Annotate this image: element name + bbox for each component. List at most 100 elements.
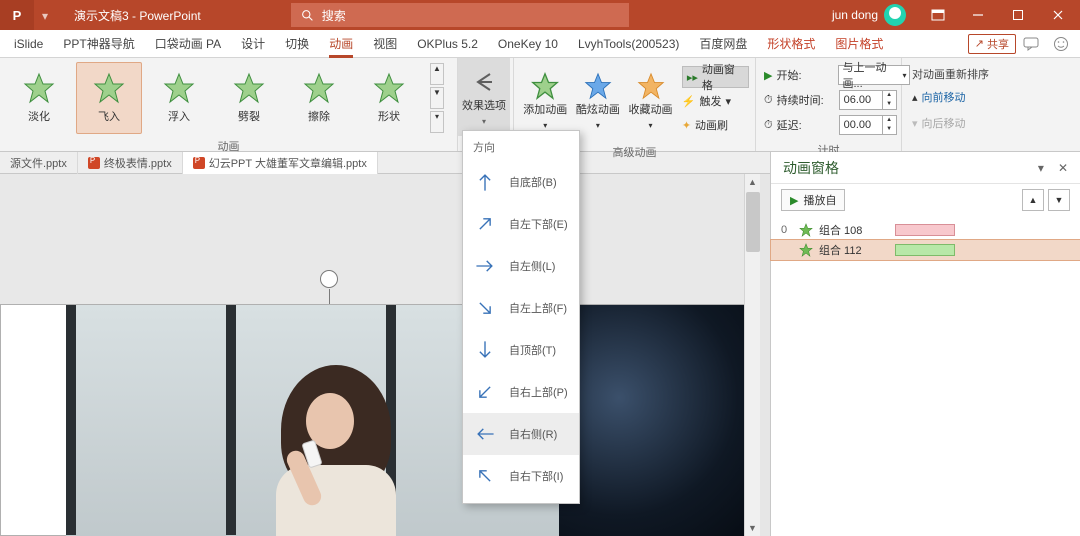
- animation-pane-button[interactable]: ▸▸动画窗格: [682, 66, 749, 88]
- close-button[interactable]: [1040, 0, 1076, 30]
- maximize-button[interactable]: [1000, 0, 1036, 30]
- quick-access-toolbar: ▾: [34, 9, 62, 21]
- vertical-scrollbar[interactable]: ▲ ▼: [744, 174, 760, 536]
- anim-floatin[interactable]: 浮入: [146, 62, 212, 134]
- delay-spin[interactable]: 00.00▲▼: [839, 115, 897, 135]
- avatar: [884, 4, 906, 26]
- comments-icon[interactable]: [1016, 30, 1046, 58]
- slide-workspace: ▲ ▼: [0, 174, 760, 536]
- ppt-icon: [88, 157, 100, 169]
- direction-option-upright[interactable]: 自左下部(E): [463, 203, 579, 245]
- tab-pocket-anim[interactable]: 口袋动画 PA: [145, 30, 231, 58]
- anim-fade[interactable]: 淡化: [6, 62, 72, 134]
- cool-animation-button[interactable]: 酷炫动画▾: [573, 62, 624, 140]
- green-star-icon: [799, 243, 813, 257]
- direction-option-right[interactable]: 自左侧(L): [463, 245, 579, 287]
- move-earlier-button[interactable]: ▴向前移动: [912, 86, 966, 108]
- user-name: jun dong: [832, 8, 878, 22]
- start-combo[interactable]: 与上一动画...▾: [838, 65, 910, 85]
- tab-baidu[interactable]: 百度网盘: [689, 30, 757, 58]
- tab-design[interactable]: 设计: [231, 30, 275, 58]
- anim-name: 组合 112: [819, 242, 889, 258]
- direction-label: 自左下部(E): [509, 216, 568, 232]
- tab-transitions[interactable]: 切换: [275, 30, 319, 58]
- animpane-close-icon[interactable]: ✕: [1058, 161, 1068, 175]
- animation-list: 0组合 108 组合 112: [771, 216, 1080, 264]
- direction-label: 自底部(B): [509, 174, 557, 190]
- move-down-button[interactable]: ▼: [1048, 189, 1070, 211]
- add-animation-button[interactable]: 添加动画▾: [520, 62, 571, 140]
- title-bar: P ▾ 演示文稿3 - PowerPoint 搜索 jun dong: [0, 0, 1080, 30]
- slide-canvas[interactable]: [0, 304, 760, 536]
- tab-islide[interactable]: iSlide: [4, 30, 53, 58]
- move-up-button[interactable]: ▲: [1022, 189, 1044, 211]
- arrow-up-icon: [473, 170, 497, 194]
- anim-flyin[interactable]: 飞入: [76, 62, 142, 134]
- doctab-3[interactable]: 幻云PPT 大雄董军文章编辑.pptx: [183, 152, 378, 174]
- smiley-icon[interactable]: [1046, 30, 1076, 58]
- arrow-downright-icon: [473, 296, 497, 320]
- doctab-2[interactable]: 终极表情.pptx: [78, 152, 183, 174]
- group-label-animation: 动画: [0, 138, 457, 154]
- gallery-more-icon[interactable]: ▾: [430, 111, 444, 133]
- tab-onekey[interactable]: OneKey 10: [488, 30, 568, 58]
- direction-option-downleft[interactable]: 自右上部(P): [463, 371, 579, 413]
- duration-spin[interactable]: 06.00▲▼: [839, 90, 897, 110]
- favorite-animation-button[interactable]: 收藏动画▾: [625, 62, 676, 140]
- scroll-down-icon[interactable]: ▼: [745, 520, 760, 536]
- user-account[interactable]: jun dong: [832, 4, 906, 26]
- tab-lvyhtools[interactable]: LvyhTools(200523): [568, 30, 689, 58]
- ribbon-tabs: iSlide PPT神器导航 口袋动画 PA 设计 切换 动画 视图 OKPlu…: [0, 30, 1080, 58]
- scroll-thumb[interactable]: [746, 192, 760, 252]
- anim-list-row[interactable]: 组合 112: [771, 240, 1080, 260]
- tab-shape-format[interactable]: 形状格式: [757, 30, 825, 58]
- doctab-1[interactable]: 源文件.pptx: [0, 152, 78, 174]
- gallery-up-icon[interactable]: ▲: [430, 63, 444, 85]
- animation-gallery[interactable]: 淡化 飞入 浮入 劈裂 擦除 形状 ▲ ▼ ▾: [0, 58, 457, 138]
- arrow-upleft-icon: [473, 464, 497, 488]
- effect-options-button[interactable]: 效果选项 ▾: [458, 58, 510, 136]
- effect-direction-menu: 方向 自底部(B) 自左下部(E) 自左侧(L) 自左上部(F)自顶部(T) 自右上部(…: [462, 130, 580, 504]
- share-button[interactable]: ↗ 共享: [968, 34, 1016, 54]
- direction-option-downright[interactable]: 自左上部(F): [463, 287, 579, 329]
- qat-dropdown-icon[interactable]: ▾: [42, 9, 54, 21]
- anim-timeline-bar[interactable]: [895, 244, 955, 256]
- arrow-upright-icon: [473, 212, 497, 236]
- tab-ppt-tools[interactable]: PPT神器导航: [53, 30, 144, 58]
- anim-name: 组合 108: [819, 222, 889, 238]
- search-box[interactable]: 搜索: [291, 3, 629, 27]
- tab-okplus[interactable]: OKPlus 5.2: [407, 30, 488, 58]
- arrow-down-icon: [473, 338, 497, 362]
- tab-view[interactable]: 视图: [363, 30, 407, 58]
- arrow-left-icon: [470, 68, 498, 96]
- menu-header: 方向: [463, 135, 579, 161]
- minimize-button[interactable]: [960, 0, 996, 30]
- painter-icon: ✦: [682, 119, 691, 132]
- gallery-down-icon[interactable]: ▼: [430, 87, 444, 109]
- inserted-image[interactable]: [1, 305, 759, 535]
- direction-label: 自左侧(L): [509, 258, 555, 274]
- search-icon: [301, 9, 314, 22]
- direction-option-down[interactable]: 自顶部(T): [463, 329, 579, 371]
- animpane-options-icon[interactable]: ▾: [1038, 161, 1044, 175]
- trigger-button[interactable]: ⚡触发 ▾: [682, 90, 749, 112]
- play-from-button[interactable]: ▶播放自: [781, 189, 845, 211]
- anim-shape[interactable]: 形状: [356, 62, 422, 134]
- direction-option-upleft[interactable]: 自右下部(I): [463, 455, 579, 497]
- direction-option-up[interactable]: 自底部(B): [463, 161, 579, 203]
- rotate-handle[interactable]: [320, 270, 338, 288]
- anim-split[interactable]: 劈裂: [216, 62, 282, 134]
- anim-wipe[interactable]: 擦除: [286, 62, 352, 134]
- animation-painter-button[interactable]: ✦动画刷: [682, 114, 749, 136]
- direction-label: 自右下部(I): [509, 468, 563, 484]
- direction-option-left[interactable]: 自右侧(R): [463, 413, 579, 455]
- direction-label: 自右上部(P): [509, 384, 568, 400]
- tab-animations[interactable]: 动画: [319, 30, 363, 58]
- anim-timeline-bar[interactable]: [895, 224, 955, 236]
- tab-picture-format[interactable]: 图片格式: [825, 30, 893, 58]
- anim-list-row[interactable]: 0组合 108: [771, 220, 1080, 240]
- arrow-right-icon: [473, 254, 497, 278]
- move-later-button: ▾向后移动: [912, 112, 966, 134]
- scroll-up-icon[interactable]: ▲: [745, 174, 760, 190]
- ribbon-display-icon[interactable]: [920, 0, 956, 30]
